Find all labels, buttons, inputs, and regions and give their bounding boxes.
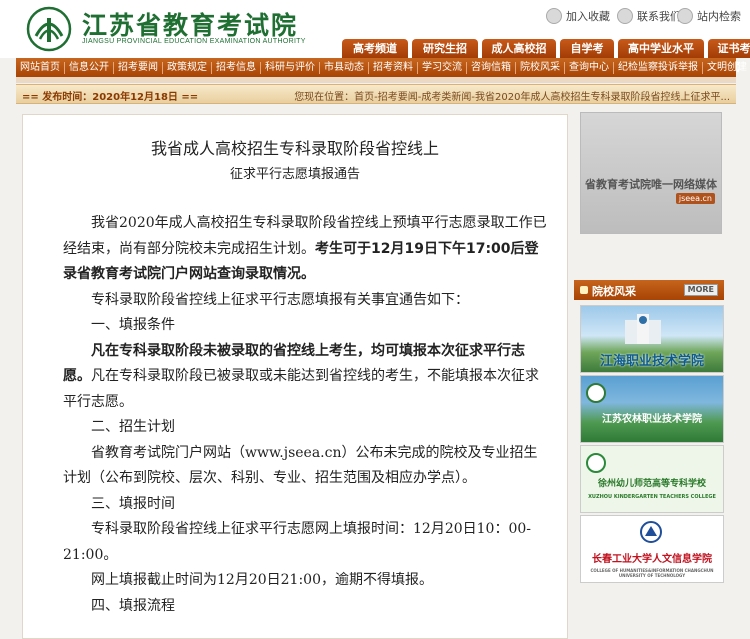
breadcrumb[interactable]: 您现在位置：首页-招考要闻-成考类新闻-我省2020年成人高校招生专科录取阶段省… — [294, 88, 730, 103]
article-paragraph: 专科录取阶段省控线上征求平行志愿网上填报时间：12月20日10：00-21:00… — [63, 521, 531, 563]
section-heading: 四、填报流程 — [91, 597, 175, 614]
nav-info[interactable]: 信息公开 — [65, 61, 114, 74]
college-emblem-icon — [640, 521, 662, 543]
logo-subtitle: JIANGSU PROVINCIAL EDUCATION EXAMINATION… — [82, 38, 306, 45]
para-text: 凡在专科录取阶段已被录取或未能达到省控线的考生，不能填报本次征求平行志愿。 — [63, 368, 539, 410]
article-paragraph: 专科录取阶段省控线上征求平行志愿填报有关事宜通告如下： — [91, 291, 469, 308]
add-favorite-link[interactable]: 加入收藏 — [546, 8, 610, 24]
nav-exam-info[interactable]: 招考信息 — [212, 61, 261, 74]
college-english-name: COLLEGE OF HUMANITIES&INFORMATION CHANGC… — [590, 568, 714, 578]
site-logo[interactable]: 江苏省教育考试院 JIANGSU PROVINCIAL EDUCATION EX… — [26, 4, 346, 54]
college-name: 徐州幼儿师范高等专科学校 — [597, 479, 706, 489]
college-card[interactable]: 江苏农林职业技术学院 — [580, 375, 724, 443]
article-paragraph: 我省2020年成人高校招生专科录取阶段省控线上预填平行志愿录取工作已经结束，尚有… — [63, 211, 549, 288]
nav-supervision[interactable]: 纪检监察投诉举报 — [614, 61, 703, 74]
media-banner[interactable]: 省教育考试院唯一网络媒体 jseea.cn — [580, 112, 722, 234]
nav-policy[interactable]: 政策规定 — [163, 61, 212, 74]
college-card[interactable]: 江海职业技术学院 — [580, 305, 724, 373]
site-header: 江苏省教育考试院 JIANGSU PROVINCIAL EDUCATION EX… — [0, 0, 750, 74]
college-card[interactable]: 徐州幼儿师范高等专科学校 XUZHOU KINDERGARTEN TEACHER… — [580, 445, 724, 513]
nav-exchange[interactable]: 学习交流 — [418, 61, 467, 74]
nav-materials[interactable]: 招考资料 — [369, 61, 418, 74]
college-card[interactable]: 长春工业大学人文信息学院 COLLEGE OF HUMANITIES&INFOR… — [580, 515, 724, 583]
building-icon — [625, 314, 661, 344]
college-name: 长春工业大学人文信息学院 — [592, 554, 712, 565]
article-paragraph: 网上填报截止时间为12月20日21:00，逾期不得填报。 — [91, 572, 433, 588]
tab-adult[interactable]: 成人高校招生 — [482, 39, 556, 74]
tab-high-school[interactable]: 高中学业水平考试 — [618, 39, 704, 74]
publish-date: == 发布时间：2020年12月18日 == — [22, 92, 199, 103]
add-favorite-label: 加入收藏 — [566, 10, 610, 23]
main-nav: 网站首页 信息公开 招考要闻 政策规定 招考信息 科研与评价 市县动态 招考资料… — [16, 58, 747, 77]
article-subtitle: 征求平行志愿填报通告 — [229, 167, 360, 182]
section-heading: 二、招生计划 — [91, 419, 175, 435]
site-search-label: 站内检索 — [697, 10, 741, 23]
nav-spacer — [16, 77, 736, 83]
nav-civilization[interactable]: 文明创建 — [703, 62, 750, 74]
sidebar: 省教育考试院唯一网络媒体 jseea.cn 院校风采 MORE 江海职业技术学院… — [574, 102, 729, 637]
tab-certificate[interactable]: 证书考试 — [708, 39, 750, 74]
logo-title: 江苏省教育考试院 — [82, 11, 299, 40]
mail-icon — [617, 8, 633, 24]
star-icon — [546, 8, 562, 24]
college-emblem-icon — [586, 453, 606, 473]
banner-url: jseea.cn — [675, 193, 715, 204]
article-title: 我省成人高校招生专科录取阶段省控线上 — [150, 139, 439, 158]
banner-text: 省教育考试院唯一网络媒体 — [585, 178, 717, 191]
section-heading: 一、填报条件 — [91, 317, 175, 333]
nav-city[interactable]: 市县动态 — [320, 61, 369, 74]
emblem-icon — [26, 6, 72, 52]
nav-news[interactable]: 招考要闻 — [114, 61, 163, 74]
college-name: 江海职业技术学院 — [599, 354, 704, 369]
tab-self-study[interactable]: 自学考试 — [560, 39, 614, 74]
nav-mailbox[interactable]: 咨询信箱 — [467, 61, 516, 74]
contact-us-link[interactable]: 联系我们 — [617, 8, 681, 24]
tab-graduate[interactable]: 研究生招生 — [412, 39, 478, 74]
info-bar: == 发布时间：2020年12月18日 == 您现在位置：首页-招考要闻-成考类… — [16, 84, 736, 104]
tab-gaokao[interactable]: 高考频道 — [342, 39, 408, 58]
contact-us-label: 联系我们 — [637, 10, 681, 23]
section-bullet-icon — [580, 286, 588, 294]
nav-research[interactable]: 科研与评价 — [261, 61, 320, 74]
search-icon — [677, 8, 693, 24]
college-english-name: XUZHOU KINDERGARTEN TEACHERS COLLEGE — [588, 494, 716, 500]
nav-query[interactable]: 查询中心 — [565, 61, 614, 74]
colleges-section-header: 院校风采 MORE — [574, 280, 724, 300]
college-name: 江苏农林职业技术学院 — [602, 414, 702, 425]
article-paragraph: 凡在专科录取阶段未被录取的省控线上考生，均可填报本次征求平行志愿。凡在专科录取阶… — [63, 339, 549, 416]
article-paragraph: 省教育考试院门户网站（www.jseea.cn）公布未完成的院校及专业招生计划（… — [63, 444, 538, 487]
channel-tabs: 高考频道 研究生招生 成人高校招生 自学考试 高中学业水平考试 证书考试 — [342, 39, 750, 74]
article-panel: 我省成人高校招生专科录取阶段省控线上 征求平行志愿填报通告 我省2020年成人高… — [22, 114, 568, 639]
more-button[interactable]: MORE — [683, 284, 718, 296]
nav-colleges[interactable]: 院校风采 — [516, 61, 565, 74]
article-body: 我省2020年成人高校招生专科录取阶段省控线上预填平行志愿录取工作已经结束，尚有… — [63, 211, 549, 619]
site-search-link[interactable]: 站内检索 — [677, 8, 741, 24]
section-title: 院校风采 — [592, 285, 636, 298]
college-emblem-icon — [586, 383, 606, 403]
nav-home[interactable]: 网站首页 — [16, 61, 65, 74]
section-heading: 三、填报时间 — [91, 495, 175, 512]
